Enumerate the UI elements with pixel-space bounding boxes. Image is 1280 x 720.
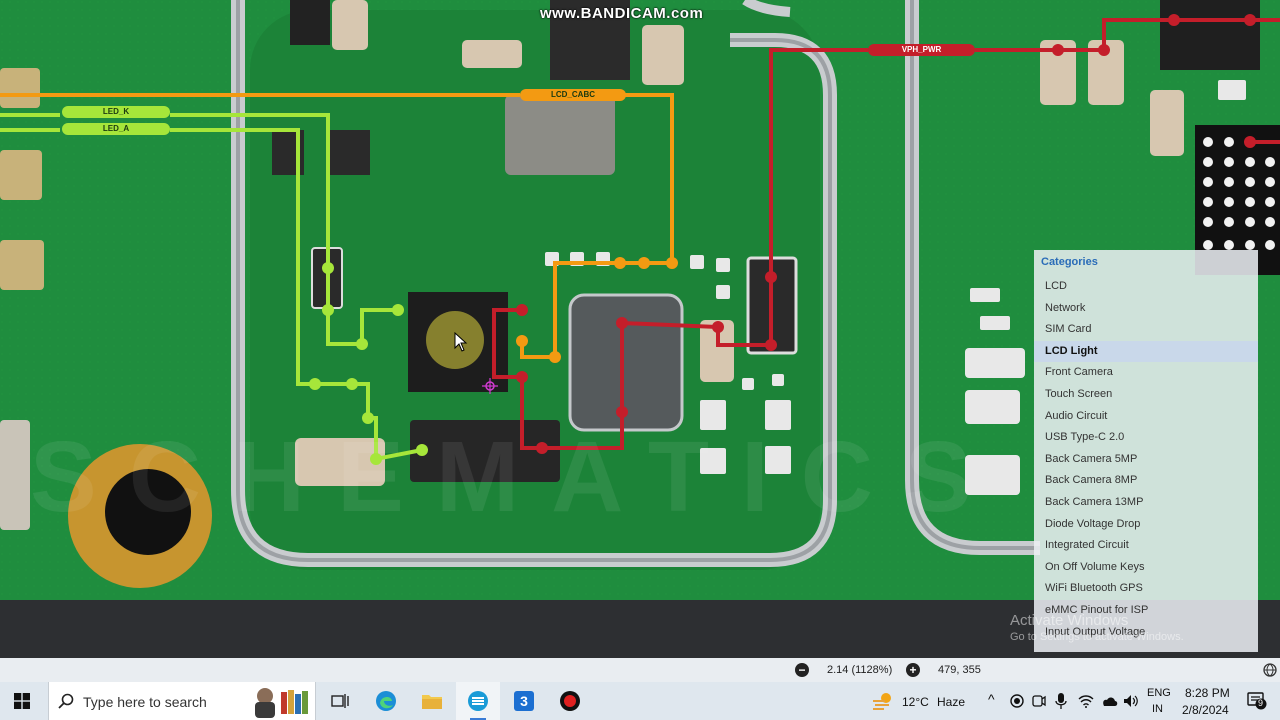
category-item[interactable]: Touch Screen — [1034, 384, 1258, 406]
notification-count: 9 — [1258, 698, 1264, 708]
windows-start-icon[interactable] — [14, 693, 30, 709]
speaker-icon[interactable] — [1123, 694, 1139, 708]
category-item[interactable]: Network — [1034, 298, 1258, 320]
category-item[interactable]: On Off Volume Keys — [1034, 557, 1258, 579]
wifi-icon[interactable] — [1078, 694, 1094, 708]
onedrive-cloud-icon[interactable] — [1100, 695, 1118, 707]
category-item-selected[interactable]: LCD Light — [1034, 340, 1258, 363]
category-item[interactable]: Back Camera 5MP — [1034, 449, 1258, 471]
activate-windows-notice: Activate Windows Go to Settings to activ… — [1010, 612, 1184, 643]
zoom-out-icon[interactable]: − — [795, 663, 809, 677]
weather-condition[interactable]: Haze — [937, 695, 965, 709]
edge-pad — [0, 240, 44, 290]
notification-icon[interactable] — [1247, 692, 1267, 710]
categories-list[interactable]: LCD Network SIM Card LCD Light Front Cam… — [1034, 276, 1258, 643]
task-view-icon[interactable] — [318, 682, 362, 720]
language-code[interactable]: ENG — [1147, 687, 1171, 699]
ic-chip — [1160, 0, 1260, 70]
windows-taskbar: Type here to search 3 12°C Haze ^ ENG IN… — [0, 682, 1280, 720]
category-item[interactable]: Back Camera 13MP — [1034, 492, 1258, 514]
app-3-icon[interactable]: 3 — [502, 682, 546, 720]
edge-pad — [0, 420, 30, 530]
weather-haze-icon[interactable] — [872, 691, 894, 711]
capacitor — [332, 0, 368, 50]
categories-panel[interactable]: Categories LCD Network SIM Card LCD Ligh… — [1034, 250, 1258, 652]
search-highlight-icon — [255, 688, 308, 718]
microphone-icon[interactable] — [1055, 693, 1067, 709]
categories-title: Categories — [1041, 256, 1098, 268]
bandicam-watermark: www.BANDICAM.com — [540, 5, 704, 22]
search-placeholder: Type here to search — [83, 694, 207, 710]
category-item[interactable]: Diode Voltage Drop — [1034, 514, 1258, 536]
category-item[interactable]: WiFi Bluetooth GPS — [1034, 578, 1258, 600]
net-label-vph-pwr[interactable]: VPH_PWR — [868, 44, 975, 56]
zoom-in-icon[interactable]: + — [906, 663, 920, 677]
background-watermark: SCHEMATICS — [30, 421, 1004, 533]
inductor-top — [505, 95, 615, 175]
net-label-lcd-cabc[interactable]: LCD_CABC — [520, 89, 626, 101]
edge-pad — [0, 68, 40, 108]
weather-temp[interactable]: 12°C — [902, 695, 929, 709]
search-icon — [58, 693, 74, 709]
net-label-led-a[interactable]: LED_A — [62, 123, 170, 135]
chevron-up-icon[interactable]: ^ — [988, 691, 995, 707]
category-item[interactable]: Front Camera — [1034, 362, 1258, 384]
record-icon[interactable] — [548, 682, 592, 720]
taskbar-search-box[interactable]: Type here to search — [48, 682, 316, 720]
ic-chip — [290, 0, 330, 45]
category-item[interactable]: SIM Card — [1034, 319, 1258, 341]
category-item[interactable]: Audio Circuit — [1034, 406, 1258, 428]
activate-windows-title: Activate Windows — [1010, 612, 1129, 629]
file-explorer-icon[interactable] — [410, 682, 454, 720]
category-item[interactable]: LCD — [1034, 276, 1258, 298]
schematics-app-icon[interactable] — [456, 682, 500, 720]
edge-icon[interactable] — [364, 682, 408, 720]
capacitor — [462, 40, 522, 68]
meet-now-icon[interactable] — [1032, 694, 1046, 708]
globe-icon[interactable] — [1263, 663, 1277, 677]
svg-text:3: 3 — [520, 693, 528, 709]
capacitor — [1150, 90, 1184, 156]
zoom-level: 2.14 (1128%) — [827, 664, 893, 676]
capacitor — [642, 25, 684, 85]
crosshair-icon — [482, 378, 498, 394]
viewer-status-bar: − 2.14 (1128%) + 479, 355 — [0, 658, 1280, 682]
language-region[interactable]: IN — [1152, 703, 1163, 715]
category-item[interactable]: USB Type-C 2.0 — [1034, 427, 1258, 449]
clock-date[interactable]: 2/8/2024 — [1182, 703, 1229, 717]
circle-record-icon[interactable] — [1010, 694, 1024, 708]
activate-windows-subtitle: Go to Settings to activate Windows. — [1010, 631, 1184, 643]
cursor-coordinates: 479, 355 — [938, 664, 981, 676]
net-label-led-k[interactable]: LED_K — [62, 106, 170, 118]
category-item[interactable]: Integrated Circuit — [1034, 535, 1258, 557]
edge-pad — [0, 150, 42, 200]
transistor — [326, 130, 370, 175]
category-item[interactable]: Back Camera 8MP — [1034, 470, 1258, 492]
mouse-cursor-icon — [454, 332, 468, 352]
clock-time[interactable]: 8:28 PM — [1185, 686, 1230, 700]
